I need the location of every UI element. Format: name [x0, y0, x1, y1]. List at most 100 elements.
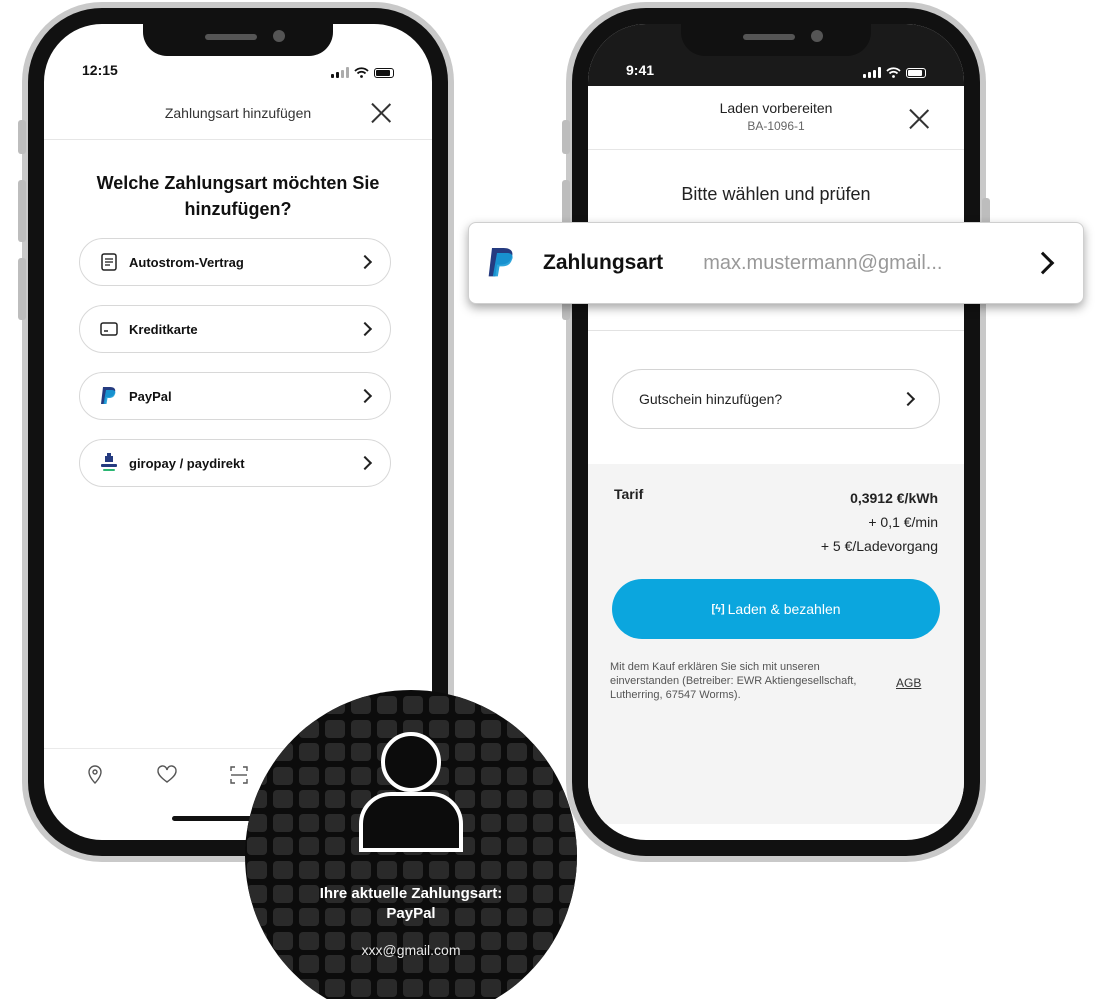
- pattern-dot: [481, 860, 501, 879]
- header-title: Zahlungsart hinzufügen: [164, 104, 312, 121]
- chevron-right-icon: [900, 391, 916, 407]
- pattern-dot: [299, 813, 319, 832]
- pattern-dot: [325, 978, 345, 997]
- option-label: Kreditkarte: [129, 321, 198, 337]
- pattern-dot: [481, 837, 501, 856]
- pattern-dot: [533, 837, 553, 856]
- option-autostrom[interactable]: Autostrom-Vertrag: [79, 238, 391, 286]
- phone-right: 9:41 Laden vorbereiten BA-1096-1 Bitte w…: [562, 2, 990, 862]
- pattern-dot: [559, 978, 577, 997]
- pay-button-label: Laden & bezahlen: [727, 601, 841, 617]
- mute-switch: [18, 120, 26, 154]
- pattern-dot: [533, 766, 553, 785]
- pattern-dot: [299, 743, 319, 762]
- wifi-icon: [354, 67, 369, 78]
- tariff-session: + 5 €/Ladevorgang: [820, 538, 938, 554]
- pattern-dot: [559, 719, 577, 738]
- pattern-dot: [559, 790, 577, 809]
- pattern-dot: [507, 719, 527, 738]
- pattern-dot: [533, 860, 553, 879]
- chevron-right-icon: [357, 455, 373, 471]
- right-screen: 9:41 Laden vorbereiten BA-1096-1 Bitte w…: [588, 24, 964, 840]
- pattern-dot: [247, 790, 267, 809]
- pattern-dot: [533, 719, 553, 738]
- pattern-dot: [403, 860, 423, 879]
- status-icons: [863, 67, 926, 78]
- pattern-dot: [299, 860, 319, 879]
- pattern-dot: [299, 696, 319, 714]
- notch: [143, 24, 333, 56]
- pattern-dot: [299, 978, 319, 997]
- pattern-dot: [351, 696, 371, 714]
- mute-switch: [562, 120, 570, 154]
- heart-icon[interactable]: [156, 764, 178, 786]
- pattern-dot: [247, 860, 267, 879]
- chevron-right-icon: [357, 254, 373, 270]
- pattern-dot: [455, 860, 475, 879]
- battery-icon: [374, 67, 394, 78]
- close-icon[interactable]: [370, 102, 392, 124]
- option-paypal[interactable]: PayPal: [79, 372, 391, 420]
- pattern-dot: [377, 860, 397, 879]
- pattern-dot: [325, 719, 345, 738]
- agb-link[interactable]: AGB: [896, 676, 921, 690]
- paypal-icon: [98, 385, 120, 407]
- status-time: 12:15: [82, 62, 118, 78]
- pattern-dot: [507, 813, 527, 832]
- pattern-dot: [507, 978, 527, 997]
- voucher-label: Gutschein hinzufügen?: [639, 391, 783, 407]
- map-pin-icon[interactable]: [84, 764, 106, 786]
- pattern-dot: [247, 766, 267, 785]
- signal-icon: [863, 67, 881, 78]
- option-kreditkarte[interactable]: Kreditkarte: [79, 305, 391, 353]
- pattern-dot: [559, 813, 577, 832]
- close-icon[interactable]: [908, 108, 930, 130]
- pattern-dot: [273, 743, 293, 762]
- pattern-dot: [559, 837, 577, 856]
- payment-method-email: max.mustermann@gmail...: [703, 251, 943, 274]
- pattern-dot: [273, 766, 293, 785]
- voucher-button[interactable]: Gutschein hinzufügen?: [612, 369, 940, 429]
- pattern-dot: [247, 719, 267, 738]
- pattern-dot: [325, 766, 345, 785]
- pattern-dot: [481, 790, 501, 809]
- pattern-dot: [429, 696, 449, 714]
- pattern-dot: [481, 719, 501, 738]
- pattern-dot: [533, 813, 553, 832]
- pattern-dot: [481, 766, 501, 785]
- pattern-dot: [507, 837, 527, 856]
- pattern-dot: [533, 743, 553, 762]
- pattern-dot: [273, 719, 293, 738]
- tariff-values: 0,3912 €/kWh + 0,1 €/min + 5 €/Ladevorga…: [821, 486, 938, 558]
- charging-icon: [ϟ]: [711, 603, 725, 615]
- user-icon: [359, 732, 463, 852]
- pattern-dot: [247, 743, 267, 762]
- pattern-dot: [247, 696, 267, 714]
- pattern-dot: [377, 696, 397, 714]
- current-payment-overlay: Ihre aktuelle Zahlungsart: PayPal xxx@gm…: [245, 690, 577, 999]
- pattern-dot: [325, 813, 345, 832]
- pattern-dot: [507, 696, 527, 714]
- section-heading: Bitte wählen und prüfen: [681, 184, 871, 204]
- option-giropay[interactable]: giropay / paydirekt: [79, 439, 391, 487]
- signal-icon: [331, 67, 349, 78]
- pattern-dot: [273, 790, 293, 809]
- modal-header: Laden vorbereiten BA-1096-1: [588, 86, 964, 150]
- payment-method-row[interactable]: Zahlungsart max.mustermann@gmail...: [468, 222, 1084, 304]
- pattern-dot: [377, 978, 397, 997]
- pattern-dot: [481, 743, 501, 762]
- chevron-right-icon: [357, 321, 373, 337]
- overlay-title-line2: PayPal: [386, 905, 436, 922]
- card-icon: [98, 318, 120, 340]
- pattern-dot: [403, 696, 423, 714]
- pattern-dot: [559, 743, 577, 762]
- modal-header: Zahlungsart hinzufügen: [44, 86, 432, 140]
- option-label: Autostrom-Vertrag: [129, 254, 244, 270]
- pattern-dot: [325, 790, 345, 809]
- pattern-dot: [299, 837, 319, 856]
- pattern-dot: [507, 743, 527, 762]
- pattern-dot: [299, 790, 319, 809]
- pattern-dot: [429, 860, 449, 879]
- charge-and-pay-button[interactable]: [ϟ] Laden & bezahlen: [612, 579, 940, 639]
- overlay-email: xxx@gmail.com: [361, 942, 461, 958]
